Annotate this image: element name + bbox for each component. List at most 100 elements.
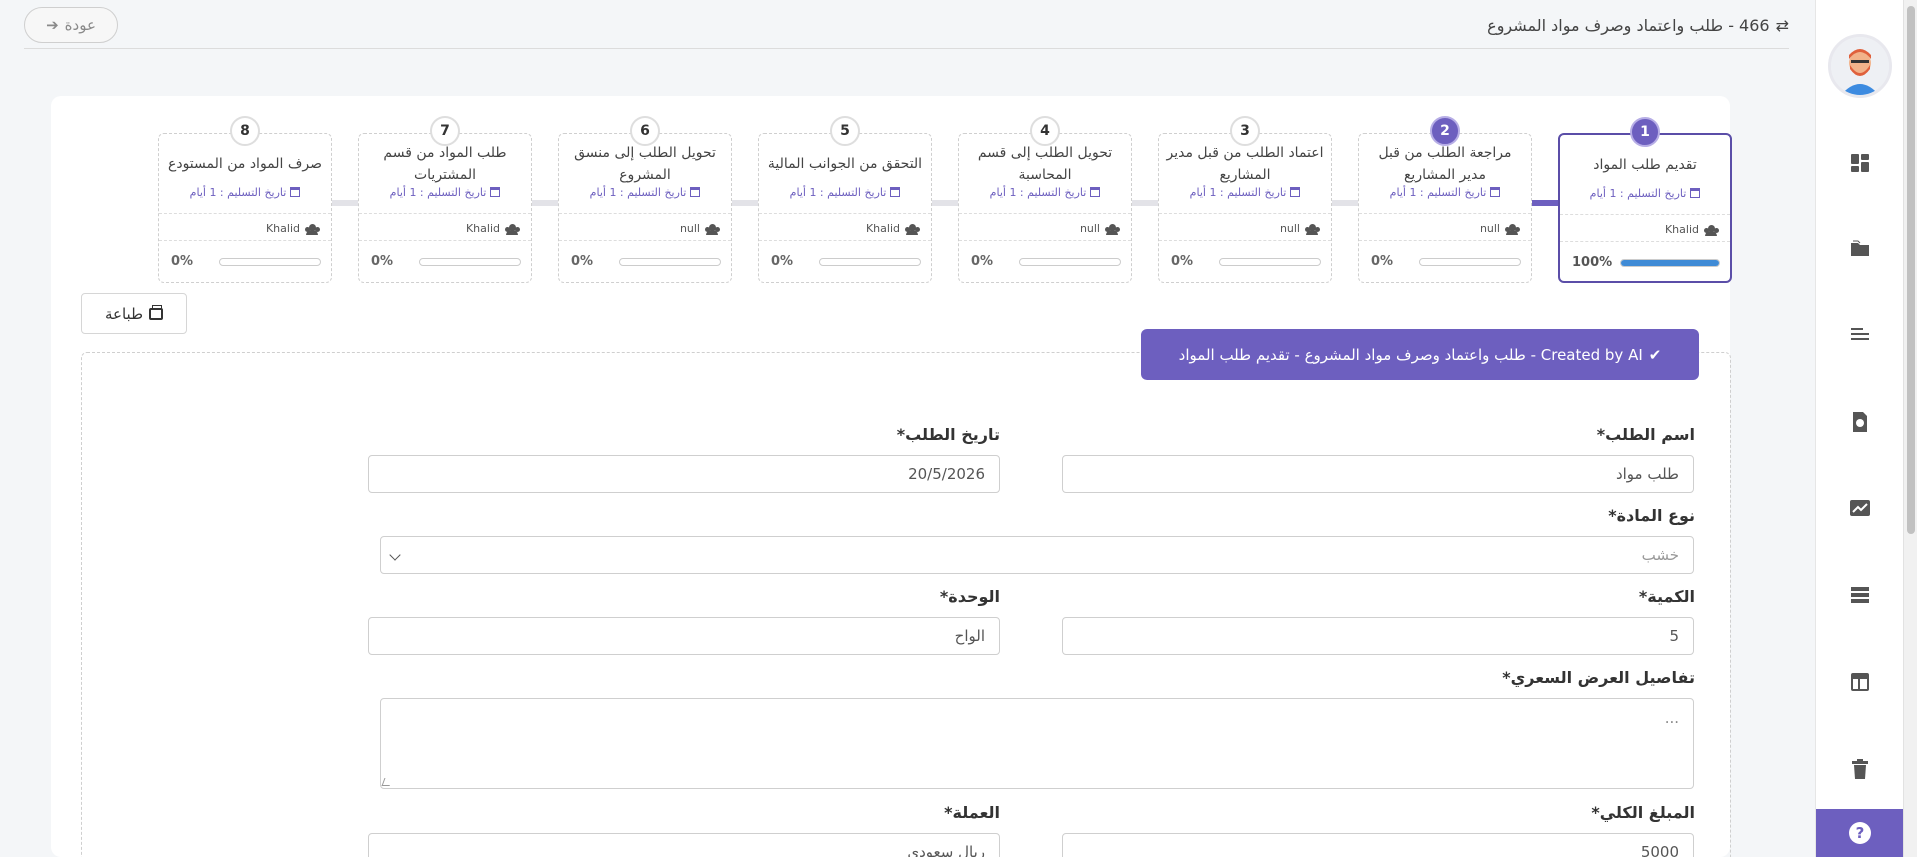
step-due-date-text: تاريخ التسليم : 1 أيام <box>1389 186 1487 199</box>
material-type-label: نوع المادة* <box>1608 506 1695 525</box>
step-divider <box>1159 240 1331 241</box>
step-divider <box>559 240 731 241</box>
step-divider <box>159 240 331 241</box>
step-assignee: null <box>1480 222 1519 235</box>
step-progress-percent: 0% <box>371 254 394 269</box>
quote-details-label: تفاصيل العرض السعري* <box>1502 668 1695 687</box>
calendar-icon <box>290 187 301 197</box>
step-divider <box>1159 213 1331 214</box>
step-progress-bar <box>1620 258 1720 267</box>
quantity-label: الكمية* <box>1638 587 1695 606</box>
resize-handle-icon[interactable] <box>381 778 393 786</box>
step-title: طلب المواد من قسم المشتريات <box>383 145 507 183</box>
step-due-date: تاريخ التسليم : 1 أيام <box>765 186 925 199</box>
chart-icon[interactable] <box>1848 496 1872 520</box>
help-icon: ? <box>1849 822 1871 844</box>
step-divider <box>1560 241 1730 242</box>
step-progress-percent: 0% <box>1371 254 1394 269</box>
step-progress-percent: 100% <box>1572 255 1613 270</box>
step-assignee: null <box>680 222 719 235</box>
step-progress-bar <box>619 257 721 266</box>
step-assignee-name: null <box>1279 222 1300 235</box>
printer-icon <box>149 304 164 320</box>
step-due-date-text: تاريخ التسليم : 1 أيام <box>1189 186 1287 199</box>
step-progress: 0% <box>171 254 321 269</box>
step-progress: 0% <box>571 254 721 269</box>
workflow-step[interactable]: 5 التحقق من الجوانب المالية تاريخ التسلي… <box>758 116 932 283</box>
scrollbar[interactable] <box>1903 0 1917 857</box>
step-title: تحويل الطلب إلى قسم المحاسبة <box>977 145 1113 183</box>
help-button[interactable]: ? <box>1816 809 1904 857</box>
step-title: التحقق من الجوانب المالية <box>767 156 923 172</box>
step-progress: 0% <box>1371 254 1521 269</box>
dashboard-icon[interactable] <box>1848 151 1872 175</box>
calendar-icon <box>1090 187 1101 197</box>
step-assignee: null <box>1280 222 1319 235</box>
step-progress-percent: 0% <box>171 254 194 269</box>
currency-field[interactable]: ريال سعودي <box>368 833 1000 857</box>
file-star-icon[interactable] <box>1848 410 1872 434</box>
step-due-date: تاريخ التسليم : 1 أيام <box>965 186 1125 199</box>
workflow-step[interactable]: 4 تحويل الطلب إلى قسم المحاسبة تاريخ الت… <box>958 116 1132 283</box>
users-icon <box>1704 224 1718 236</box>
workflow-step[interactable]: 1 تقديم طلب المواد تاريخ التسليم : 1 أيا… <box>1558 117 1732 283</box>
step-divider <box>359 213 531 214</box>
back-label: عودة <box>64 16 96 34</box>
step-due-date-text: تاريخ التسليم : 1 أيام <box>989 186 1087 199</box>
swap-icon: ⇄ <box>1775 16 1789 35</box>
request-date-field[interactable]: 20/5/2026 <box>368 455 1000 493</box>
step-divider <box>959 213 1131 214</box>
step-divider <box>1359 240 1531 241</box>
back-button[interactable]: عودة ➔ <box>24 7 118 43</box>
users-icon <box>905 223 919 235</box>
step-title: اعتماد الطلب من قبل مدير المشاريع <box>1166 145 1324 183</box>
scrollbar-thumb[interactable] <box>1907 6 1915 534</box>
step-due-date: تاريخ التسليم : 1 أيام <box>1566 187 1724 200</box>
user-avatar[interactable] <box>1828 34 1892 98</box>
step-progress-bar <box>1019 257 1121 266</box>
request-date-label: تاريخ الطلب* <box>896 425 1000 444</box>
users-icon <box>705 223 719 235</box>
calendar-icon <box>690 187 701 197</box>
workflow-step[interactable]: 8 صرف المواد من المستودع تاريخ التسليم :… <box>158 116 332 283</box>
table-icon[interactable] <box>1848 670 1872 694</box>
calendar-icon <box>1690 188 1701 198</box>
trash-icon[interactable] <box>1848 757 1872 781</box>
workflow-step[interactable]: 6 تحويل الطلب إلى منسق المشروع تاريخ الت… <box>558 116 732 283</box>
users-icon <box>1305 223 1319 235</box>
sidebar: ? <box>1815 0 1904 857</box>
page-title: ⇄ 466 - طلب واعتماد وصرف مواد المشروع <box>1487 16 1789 35</box>
calendar-icon <box>890 187 901 197</box>
quantity-field[interactable]: 5 <box>1062 617 1694 655</box>
form-header-text: Created by AI - طلب واعتماد وصرف مواد ال… <box>1178 345 1643 364</box>
unit-field[interactable]: الواح <box>368 617 1000 655</box>
users-icon <box>505 223 519 235</box>
step-title: مراجعة الطلب من قبل مدير المشاريع <box>1378 145 1512 183</box>
align-icon[interactable] <box>1848 323 1872 347</box>
step-progress-bar <box>819 257 921 266</box>
step-divider <box>559 213 731 214</box>
material-type-select[interactable]: خشب <box>380 536 1694 574</box>
step-divider <box>959 240 1131 241</box>
workflow-step[interactable]: 2 مراجعة الطلب من قبل مدير المشاريع تاري… <box>1358 116 1532 283</box>
step-divider <box>1359 213 1531 214</box>
step-assignee-name: Khalid <box>465 222 500 235</box>
total-amount-field[interactable]: 5000 <box>1062 833 1694 857</box>
print-button[interactable]: طباعة <box>81 293 187 334</box>
material-type-value: خشب <box>1641 546 1679 564</box>
avatar-icon <box>1831 37 1889 95</box>
step-progress: 100% <box>1572 255 1720 270</box>
request-name-field[interactable]: طلب مواد <box>1062 455 1694 493</box>
request-name-label: اسم الطلب* <box>1596 425 1695 444</box>
step-due-date: تاريخ التسليم : 1 أيام <box>1365 186 1525 199</box>
step-assignee-name: Khalid <box>265 222 300 235</box>
print-label: طباعة <box>104 304 144 323</box>
list-icon[interactable] <box>1848 583 1872 607</box>
workflow-step[interactable]: 3 اعتماد الطلب من قبل مدير المشاريع تاري… <box>1158 116 1332 283</box>
users-icon <box>1105 223 1119 235</box>
quote-details-textarea[interactable]: ... <box>380 698 1694 789</box>
step-progress-bar <box>219 257 321 266</box>
workflow-step[interactable]: 7 طلب المواد من قسم المشتريات تاريخ التس… <box>358 116 532 283</box>
folder-icon[interactable] <box>1848 237 1872 261</box>
chevron-down-icon <box>389 549 401 561</box>
